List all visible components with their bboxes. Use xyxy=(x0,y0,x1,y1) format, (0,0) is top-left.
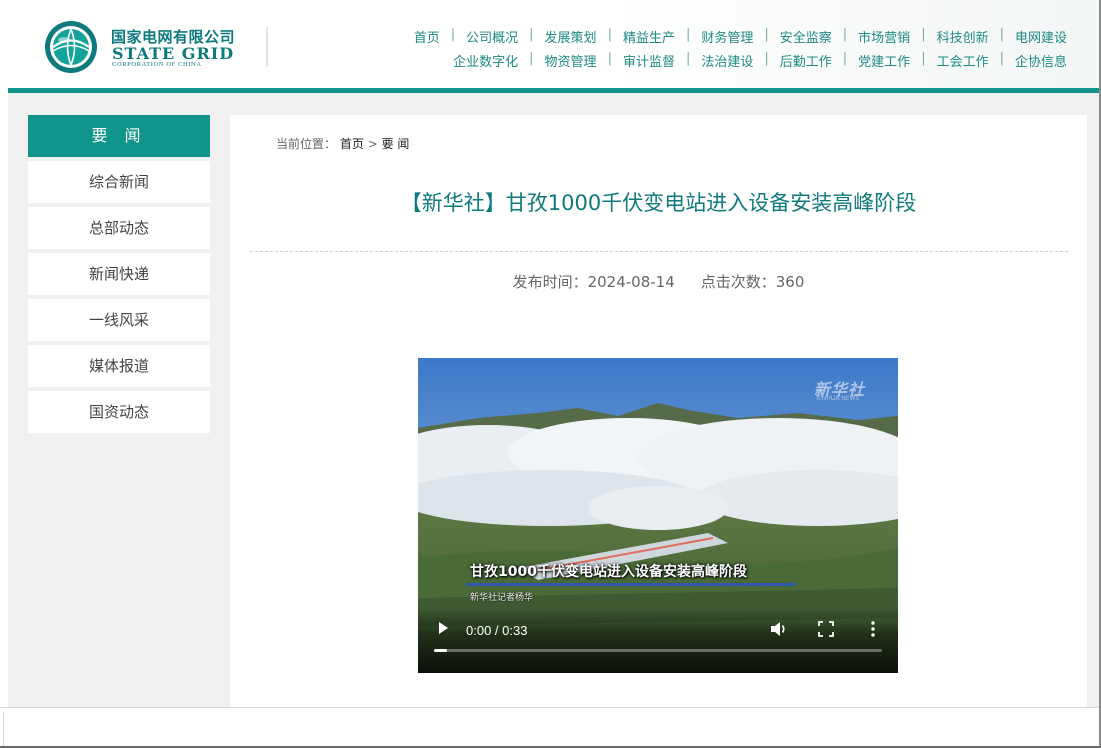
volume-icon[interactable] xyxy=(770,621,788,637)
sidebar-item-frontline[interactable]: 一线风采 xyxy=(28,299,210,341)
state-grid-logo[interactable]: 国家电网有限公司 STATE GRID CORPORATION OF CHINA xyxy=(44,20,274,73)
row1-item-5[interactable]: 安全监察 xyxy=(780,27,832,46)
row1-item-0[interactable]: 首页 xyxy=(414,27,440,46)
row1-item-6[interactable]: 市场营销 xyxy=(858,27,910,46)
video-caption: 甘孜1000千伏变电站进入设备安装高峰阶段 xyxy=(470,564,747,580)
video-controls: 0:00 / 0:33 xyxy=(418,608,898,673)
row2-item-3[interactable]: 法治建设 xyxy=(701,51,753,70)
article-title: 【新华社】甘孜1000千伏变电站进入设备安装高峰阶段 xyxy=(400,191,917,215)
publish-time: 发布时间：2024-08-14 xyxy=(512,273,675,291)
play-icon[interactable] xyxy=(436,621,450,635)
site-header: 国家电网有限公司 STATE GRID CORPORATION OF CHINA… xyxy=(0,0,1101,88)
logo-sub-text: CORPORATION OF CHINA xyxy=(112,61,202,68)
nav-separator: | xyxy=(607,51,612,66)
video-progress-bar[interactable] xyxy=(434,649,882,652)
breadcrumb-home-link[interactable]: 首页 xyxy=(340,137,364,151)
row1-item-8[interactable]: 电网建设 xyxy=(1015,27,1067,46)
nav-separator: | xyxy=(999,51,1004,66)
more-options-icon[interactable] xyxy=(868,620,878,638)
sidebar: 要 闻 综合新闻 总部动态 新闻快递 一线风采 媒体报道 国资动态 xyxy=(28,115,210,433)
title-divider xyxy=(250,251,1068,252)
breadcrumb-separator: > xyxy=(367,137,378,151)
row1-item-1[interactable]: 公司概况 xyxy=(466,27,518,46)
nav-separator: | xyxy=(529,27,534,42)
row1-item-7[interactable]: 科技创新 xyxy=(937,27,989,46)
video-watermark-sub: XINHUA NEWS xyxy=(816,395,860,402)
sidebar-item-sasac-news[interactable]: 国资动态 xyxy=(28,391,210,433)
row2-item-1[interactable]: 物资管理 xyxy=(545,51,597,70)
nav-separator: | xyxy=(842,27,848,42)
nav-separator: | xyxy=(450,27,456,42)
video-time: 0:00 / 0:33 xyxy=(466,623,528,638)
sidebar-item-media-reports[interactable]: 媒体报道 xyxy=(28,345,210,387)
nav-separator: | xyxy=(999,27,1004,42)
main-nav-row-1: 首页 | 公司概况 | 发展策划 | 精益生产 | 财务管理 | 安全监察 | 市场营销 | 科技创新 | 电网… xyxy=(414,27,1067,46)
sidebar-item-news-express[interactable]: 新闻快递 xyxy=(28,253,210,295)
row2-item-7[interactable]: 企协信息 xyxy=(1015,51,1067,70)
row2-item-6[interactable]: 工会工作 xyxy=(937,51,989,70)
breadcrumb-current-link[interactable]: 要 闻 xyxy=(382,137,410,151)
breadcrumb: 当前位置： 首页 > 要 闻 xyxy=(276,135,409,152)
main-nav-row-2: 企业数字化 | 物资管理 | 审计监督 | 法治建设 | 后勤工作 | 党建工作 | 工会工作 | 企协信息 xyxy=(453,51,1067,70)
sidebar-title: 要 闻 xyxy=(28,115,210,157)
nav-separator: | xyxy=(529,51,534,66)
sidebar-item-hq-news[interactable]: 总部动态 xyxy=(28,207,210,249)
sidebar-item-general-news[interactable]: 综合新闻 xyxy=(28,161,210,203)
breadcrumb-prefix: 当前位置： xyxy=(276,137,337,151)
video-player[interactable]: 新华社 XINHUA NEWS 甘孜1000千伏变电站进入设备安装高峰阶段 新华… xyxy=(418,358,898,673)
video-credit: 新华社记者杨华 xyxy=(470,593,534,603)
video-progress-fill xyxy=(434,649,448,652)
nav-separator: | xyxy=(764,27,769,42)
row2-item-2[interactable]: 审计监督 xyxy=(623,51,675,70)
row2-item-0[interactable]: 企业数字化 xyxy=(453,51,518,70)
nav-separator: | xyxy=(921,27,926,42)
caption-underline xyxy=(466,583,796,586)
footer-divider xyxy=(3,712,4,746)
logo-divider xyxy=(266,27,268,67)
nav-separator: | xyxy=(607,27,612,42)
click-count: 点击次数：360 xyxy=(700,273,805,291)
fullscreen-icon[interactable] xyxy=(818,621,834,637)
row2-item-5[interactable]: 党建工作 xyxy=(858,51,910,70)
state-grid-emblem-icon xyxy=(45,21,97,73)
nav-separator: | xyxy=(921,51,926,66)
row2-item-4[interactable]: 后勤工作 xyxy=(780,51,832,70)
article-panel: 当前位置： 首页 > 要 闻 【新华社】甘孜1000千伏变电站进入设备安装高峰阶… xyxy=(230,115,1087,707)
row1-item-4[interactable]: 财务管理 xyxy=(701,27,753,46)
article-meta: 发布时间：2024-08-14 点击次数：360 xyxy=(230,271,1087,292)
nav-separator: | xyxy=(764,51,769,66)
row1-item-3[interactable]: 精益生产 xyxy=(623,27,675,46)
nav-separator: | xyxy=(842,51,848,66)
footer-strip xyxy=(0,707,1101,748)
row1-item-2[interactable]: 发展策划 xyxy=(545,27,597,46)
nav-separator: | xyxy=(685,51,691,66)
nav-separator: | xyxy=(685,27,691,42)
